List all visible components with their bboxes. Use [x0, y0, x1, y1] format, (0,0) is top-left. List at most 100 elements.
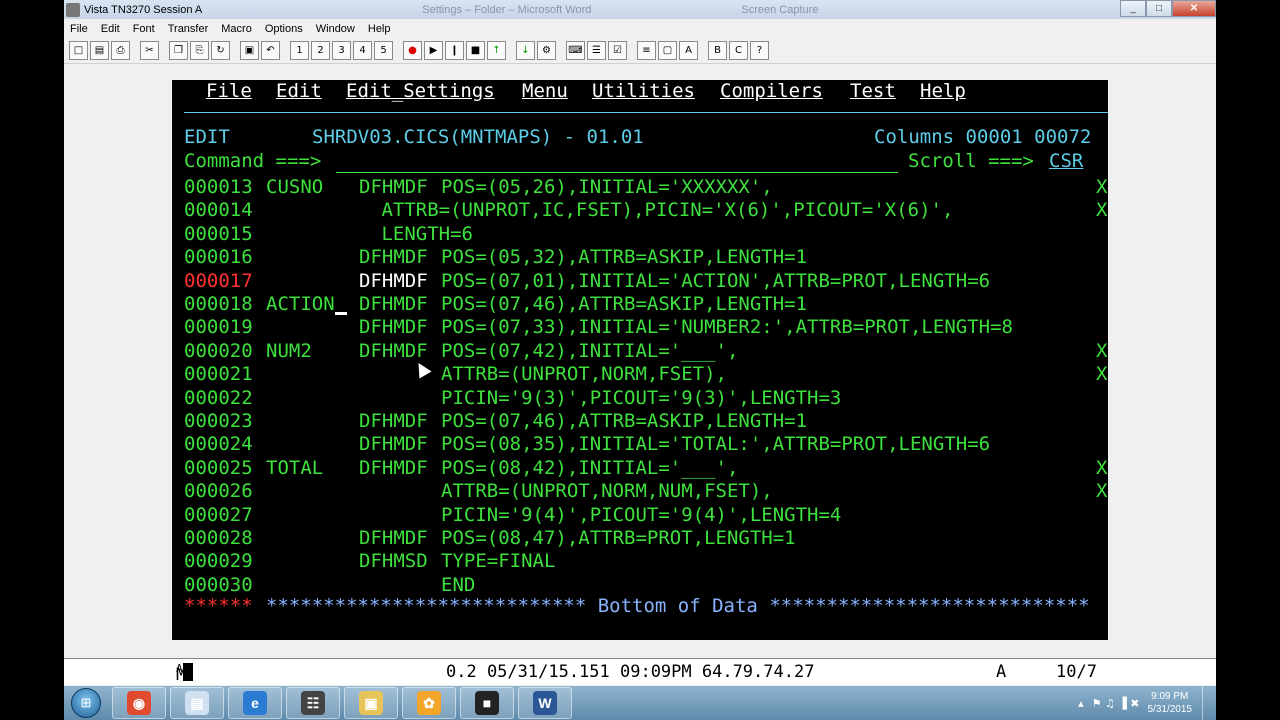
pause-button[interactable]: ❙: [445, 41, 464, 60]
download-button[interactable]: ↓: [516, 41, 535, 60]
ispf-menu-file[interactable]: File: [206, 80, 252, 103]
line-operands: POS=(08,42),INITIAL='___',: [441, 457, 739, 479]
show-desktop-button[interactable]: [1202, 686, 1216, 720]
stop-button[interactable]: ■: [466, 41, 485, 60]
line-number[interactable]: 000022: [184, 387, 253, 410]
line-number[interactable]: 000015: [184, 223, 253, 246]
line-number[interactable]: 000029: [184, 550, 253, 573]
macro-3-button[interactable]: 3: [332, 41, 351, 60]
macro-1-button[interactable]: 1: [290, 41, 309, 60]
list-button[interactable]: ≡: [637, 41, 656, 60]
terminal-screen[interactable]: File Edit Edit_Settings Menu Utilities C…: [172, 80, 1108, 640]
taskbar-network-button[interactable]: ☷: [286, 687, 340, 719]
taskbar-flower-app-button[interactable]: ✿: [402, 687, 456, 719]
window-button[interactable]: ▣: [240, 41, 259, 60]
line-number[interactable]: 000020: [184, 340, 253, 363]
paste-button[interactable]: ⎘: [190, 41, 209, 60]
settings-button[interactable]: ⚙: [537, 41, 556, 60]
close-button[interactable]: ✕: [1172, 0, 1216, 17]
key-c-button[interactable]: C: [729, 41, 748, 60]
line-number[interactable]: 000025: [184, 457, 253, 480]
key-a-button[interactable]: A: [679, 41, 698, 60]
taskbar-apps: ◉ ▤ e ☷ ▣ ✿ ■ W: [108, 687, 572, 719]
refresh-button[interactable]: ↻: [211, 41, 230, 60]
record-button[interactable]: ●: [403, 41, 422, 60]
line-number[interactable]: 000018: [184, 293, 253, 316]
macro-4-button[interactable]: 4: [353, 41, 372, 60]
tray-expand-icon[interactable]: ▴: [1078, 697, 1084, 710]
line-number[interactable]: 000014: [184, 199, 253, 222]
command-input-underline: [336, 172, 898, 173]
ispf-menu-edit-settings[interactable]: Edit_Settings: [346, 80, 495, 103]
menu-macro[interactable]: Macro: [221, 23, 252, 35]
download-icon: ↓: [521, 45, 530, 56]
ispf-menu-edit[interactable]: Edit: [276, 80, 322, 103]
macro-2-button[interactable]: 2: [311, 41, 330, 60]
line-number[interactable]: 000013: [184, 176, 253, 199]
help-button[interactable]: ?: [750, 41, 769, 60]
ispf-menu-utilities[interactable]: Utilities: [592, 80, 695, 103]
line-macro: DFHMDF: [359, 293, 428, 315]
command-input[interactable]: [336, 150, 896, 173]
print-button[interactable]: ⎙: [111, 41, 130, 60]
line-number[interactable]: 000026: [184, 480, 253, 503]
start-button[interactable]: ⊞: [64, 686, 108, 720]
taskbar-notepad-button[interactable]: ▤: [170, 687, 224, 719]
line-macro: DFHMDF: [359, 410, 428, 432]
status-field: A: [996, 662, 1007, 682]
ispf-menu-compilers[interactable]: Compilers: [720, 80, 823, 103]
taskbar-word-button[interactable]: W: [518, 687, 572, 719]
copy-button[interactable]: ❐: [169, 41, 188, 60]
record-icon: ●: [408, 45, 417, 56]
chrome-icon: ◉: [127, 691, 151, 715]
clipboard-button[interactable]: ☑: [608, 41, 627, 60]
menu-help[interactable]: Help: [368, 23, 391, 35]
screen-button[interactable]: ▢: [658, 41, 677, 60]
refresh-icon: ↻: [216, 45, 225, 56]
menu-window[interactable]: Window: [316, 23, 355, 35]
menu-font[interactable]: Font: [133, 23, 155, 35]
menu-transfer[interactable]: Transfer: [168, 23, 209, 35]
taskbar-internet-explorer-button[interactable]: e: [228, 687, 282, 719]
keyboard-button[interactable]: ⌨: [566, 41, 585, 60]
undo-button[interactable]: ↶: [261, 41, 280, 60]
macro-5-button[interactable]: 5: [374, 41, 393, 60]
scroll-input[interactable]: CSR: [1049, 150, 1083, 173]
clock[interactable]: 9:09 PM 5/31/2015: [1148, 690, 1193, 716]
line-number[interactable]: 000027: [184, 504, 253, 527]
line-number[interactable]: 000021: [184, 363, 253, 386]
cut-button[interactable]: ✂: [140, 41, 159, 60]
minimize-button[interactable]: _: [1120, 0, 1146, 17]
ispf-menu-menu[interactable]: Menu: [522, 80, 568, 103]
line-number[interactable]: 000017: [184, 270, 253, 293]
line-number[interactable]: 000016: [184, 246, 253, 269]
taskbar-chrome-button[interactable]: ◉: [112, 687, 166, 719]
line-macro: DFHMDF: [359, 457, 428, 479]
upload-button[interactable]: ↑: [487, 41, 506, 60]
new-doc-button[interactable]: □: [69, 41, 88, 60]
internet-explorer-icon: e: [243, 691, 267, 715]
status-bar: MA 0.2 05/31/15.151 09:09PM 64.79.74.27 …: [64, 658, 1216, 685]
play-button[interactable]: ▶: [424, 41, 443, 60]
open-folder-button[interactable]: ▤: [90, 41, 109, 60]
taskbar-explorer-folder-button[interactable]: ▣: [344, 687, 398, 719]
maximize-button[interactable]: □: [1146, 0, 1172, 17]
status-info: 0.2 05/31/15.151 09:09PM 64.79.74.27: [446, 662, 815, 682]
menu-file[interactable]: File: [70, 23, 88, 35]
line-number[interactable]: 000019: [184, 316, 253, 339]
taskbar-terminal-app-button[interactable]: ■: [460, 687, 514, 719]
menu-options[interactable]: Options: [265, 23, 303, 35]
menu-edit[interactable]: Edit: [101, 23, 120, 35]
line-number[interactable]: 000024: [184, 433, 253, 456]
cursor-position: 10/7: [1056, 662, 1097, 682]
line-number[interactable]: 000028: [184, 527, 253, 550]
tray-icons[interactable]: ⚑ ♫ ▐ ✖: [1092, 697, 1140, 710]
line-label: NUM2: [266, 340, 312, 362]
undo-icon: ↶: [266, 45, 275, 56]
key-b-button[interactable]: B: [708, 41, 727, 60]
line-number[interactable]: 000030: [184, 574, 253, 597]
ispf-menu-help[interactable]: Help: [920, 80, 966, 103]
ispf-menu-test[interactable]: Test: [850, 80, 896, 103]
ruler-button[interactable]: ☰: [587, 41, 606, 60]
line-number[interactable]: 000023: [184, 410, 253, 433]
